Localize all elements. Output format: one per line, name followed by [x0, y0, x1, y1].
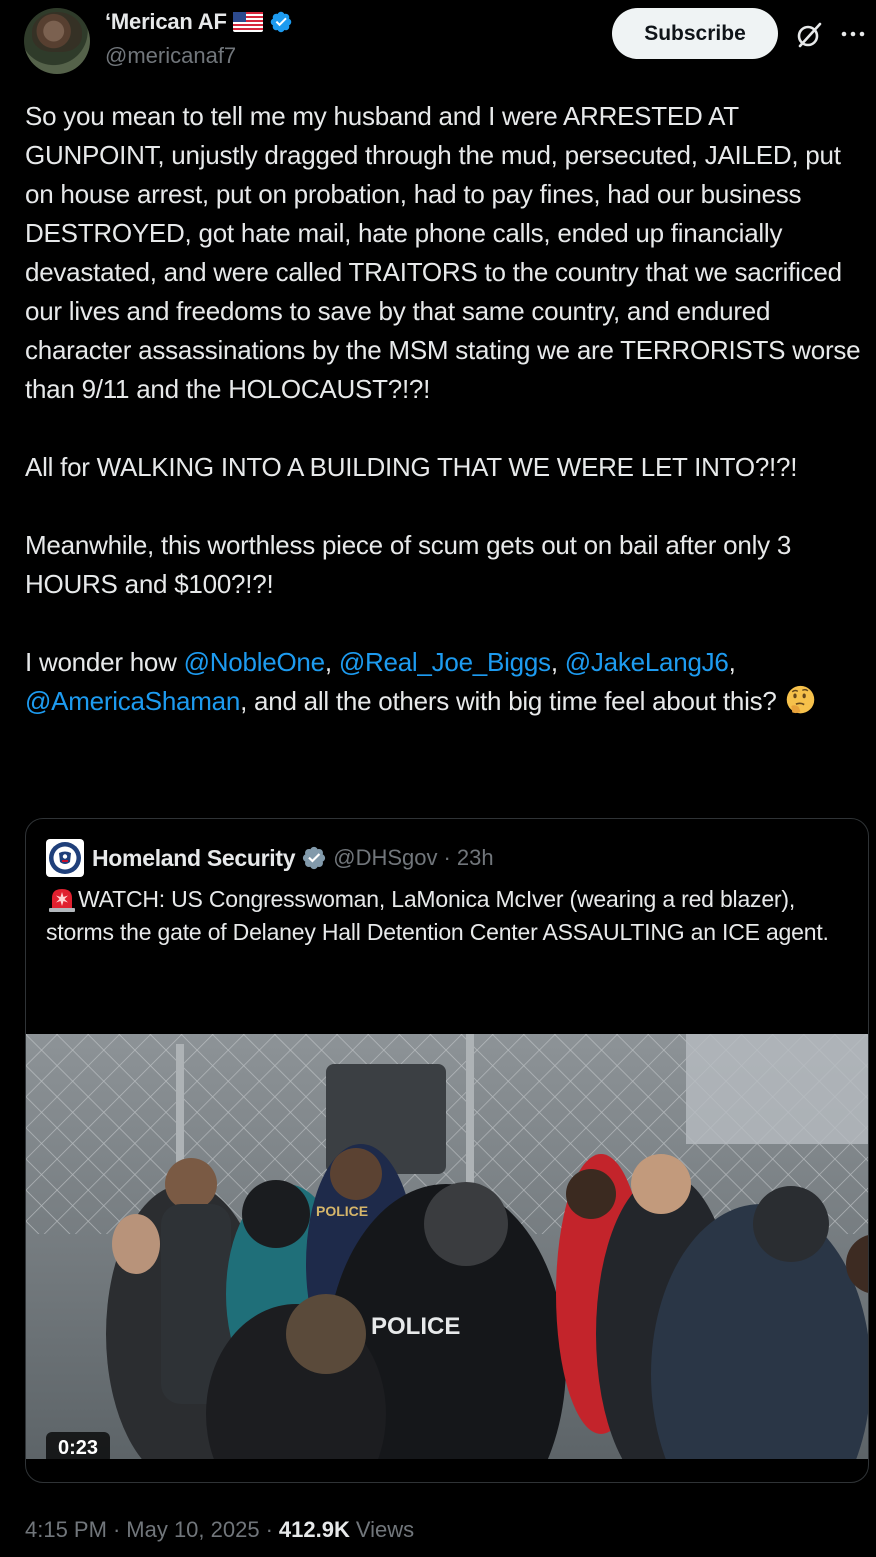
quoted-post-body: WATCH: US Congresswoman, LaMonica McIver… [46, 886, 829, 945]
author-name-row: ‘Merican AF [105, 9, 293, 35]
post-date[interactable]: May 10, 2025 [126, 1517, 259, 1543]
thinking-face-emoji [786, 685, 814, 714]
post-paragraph-4: I wonder how @NobleOne, @Real_Joe_Biggs,… [25, 643, 870, 721]
post-text-fragment: , [728, 647, 736, 677]
verified-badge-icon[interactable] [269, 10, 293, 34]
quoted-post[interactable]: Homeland Security @DHSgov · 23h WATCH: U… [25, 818, 869, 1483]
jacket-label-police: POLICE [371, 1313, 460, 1340]
post-time[interactable]: 4:15 PM [25, 1517, 107, 1543]
us-flag-icon [232, 12, 263, 32]
grok-icon[interactable] [794, 20, 824, 50]
dhs-seal-icon[interactable] [46, 839, 84, 877]
separator-dot: · [443, 845, 451, 870]
quoted-author-name[interactable]: Homeland Security [92, 845, 296, 872]
more-icon[interactable] [838, 22, 868, 46]
mention-link[interactable]: @JakeLangJ6 [565, 647, 729, 677]
video-duration: 0:23 [46, 1432, 111, 1459]
mention-link[interactable]: @NobleOne [184, 647, 325, 677]
avatar[interactable] [24, 8, 90, 74]
post-metadata: 4:15 PM · May 10, 2025 · 412.9K Views [25, 1517, 414, 1543]
video-thumbnail[interactable]: POLICE POLICE [26, 1034, 869, 1459]
separator-dot: · [112, 1517, 121, 1542]
post-text-fragment: , [550, 647, 565, 677]
post-header: ‘Merican AF @mericanaf7 Subscribe [0, 0, 876, 90]
government-badge-icon[interactable] [301, 845, 327, 871]
video-player[interactable]: POLICE POLICE 0:23 [26, 1034, 869, 1459]
subscribe-button[interactable]: Subscribe [612, 8, 778, 59]
post-text-fragment: , [324, 647, 339, 677]
quoted-post-time[interactable]: 23h [457, 845, 494, 871]
post-paragraph-1: So you mean to tell me my husband and I … [25, 101, 861, 404]
mention-link[interactable]: @Real_Joe_Biggs [339, 647, 551, 677]
siren-icon [49, 889, 75, 912]
quoted-post-text: WATCH: US Congresswoman, LaMonica McIver… [46, 883, 846, 949]
post-text-fragment: , and all the others with big time feel … [240, 686, 784, 716]
quoted-post-header: Homeland Security @DHSgov · 23h [46, 839, 494, 877]
author-handle[interactable]: @mericanaf7 [105, 43, 236, 69]
views-label: Views [355, 1517, 415, 1542]
post-paragraph-2: All for WALKING INTO A BUILDING THAT WE … [25, 452, 798, 482]
separator-dot: · [265, 1517, 273, 1542]
jacket-label-police: POLICE [316, 1203, 368, 1219]
quoted-author-handle[interactable]: @DHSgov [333, 845, 437, 871]
author-display-name[interactable]: ‘Merican AF [105, 9, 227, 35]
post-text: So you mean to tell me my husband and I … [25, 97, 870, 721]
mention-link[interactable]: @AmericaShaman [25, 686, 240, 716]
views-count[interactable]: 412.9K [279, 1517, 350, 1543]
post-text-fragment: I wonder how [25, 647, 184, 677]
post-paragraph-3: Meanwhile, this worthless piece of scum … [25, 530, 792, 599]
